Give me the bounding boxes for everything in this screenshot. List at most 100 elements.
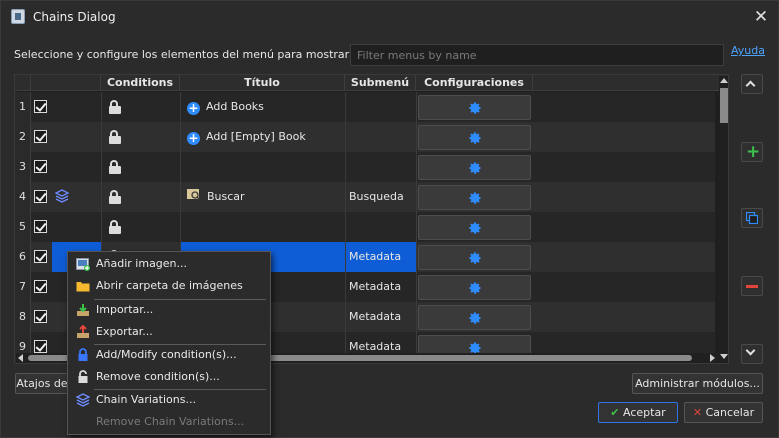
context-menu: Añadir imagen... Abrir carpeta de imágen…: [67, 251, 271, 435]
row-submenu: Metadata: [349, 250, 402, 263]
scroll-right-icon[interactable]: [710, 354, 715, 362]
menu-item-remove-chain-variations[interactable]: Remove Chain Variations...: [68, 411, 270, 433]
cell-divider: [416, 212, 417, 242]
scroll-left-icon[interactable]: [18, 354, 23, 362]
menu-item-export[interactable]: Exportar...: [68, 321, 270, 343]
cell-divider: [416, 92, 417, 122]
header-settings[interactable]: Configuraciones: [416, 75, 533, 91]
copy-button[interactable]: [741, 208, 763, 228]
settings-button[interactable]: [418, 155, 531, 180]
cell-divider: [101, 92, 102, 122]
scroll-up-icon[interactable]: [720, 78, 728, 83]
plus-circle-icon: +: [187, 101, 200, 115]
add-button[interactable]: +: [741, 142, 763, 162]
row-title: + Add [Empty] Book: [187, 130, 306, 145]
vertical-scrollbar[interactable]: [719, 76, 728, 363]
settings-button[interactable]: [418, 275, 531, 300]
menu-item-add-image[interactable]: Añadir imagen...: [68, 253, 270, 275]
row-submenu: Busqueda: [349, 190, 404, 203]
row-checkbox[interactable]: [34, 340, 47, 353]
add-image-icon: [76, 258, 90, 271]
manage-modules-button[interactable]: Administrar módulos...: [632, 373, 763, 394]
menu-label: Exportar...: [96, 325, 153, 338]
prompt-label: Seleccione y configure los elementos del…: [14, 48, 353, 61]
settings-button[interactable]: [418, 125, 531, 150]
cell-divider: [101, 212, 102, 242]
row-checkbox[interactable]: [34, 250, 47, 263]
accept-label: Aceptar: [623, 406, 666, 419]
row-submenu: Metadata: [349, 280, 402, 293]
lock-closed-icon: [78, 348, 88, 361]
row-number: 7: [15, 272, 31, 302]
copy-icon: [746, 212, 758, 224]
row-checkbox[interactable]: [34, 220, 47, 233]
lock-open-icon[interactable]: [109, 190, 121, 204]
menu-item-open-folder[interactable]: Abrir carpeta de imágenes: [68, 275, 270, 297]
row-number: 8: [15, 302, 31, 332]
gear-icon: [468, 161, 482, 175]
cell-divider: [345, 122, 346, 152]
menu-item-add-condition[interactable]: Add/Modify condition(s)...: [68, 344, 270, 366]
table-row[interactable]: 5: [15, 212, 715, 242]
remove-button[interactable]: [741, 276, 763, 296]
row-checkbox[interactable]: [34, 100, 47, 113]
row-number: 4: [15, 182, 31, 212]
header-submenu[interactable]: Submenú: [345, 75, 416, 91]
cell-divider: [101, 152, 102, 182]
shortcuts-button[interactable]: Atajos de: [15, 373, 69, 394]
cell-divider: [180, 122, 181, 152]
table-row[interactable]: 3: [15, 152, 715, 182]
scroll-down-icon[interactable]: [720, 354, 728, 359]
menu-item-remove-condition[interactable]: Remove condition(s)...: [68, 366, 270, 388]
header-conditions[interactable]: Conditions: [101, 75, 180, 91]
table-row[interactable]: 2 + Add [Empty] Book: [15, 122, 715, 152]
close-icon[interactable]: ✕: [749, 5, 773, 29]
settings-button[interactable]: [418, 245, 531, 270]
minus-icon: [746, 285, 758, 288]
cell-divider: [416, 122, 417, 152]
header-title[interactable]: Título: [180, 75, 345, 91]
menu-label: Remove condition(s)...: [96, 370, 220, 383]
cancel-button[interactable]: ✕ Cancelar: [684, 402, 763, 423]
cancel-label: Cancelar: [705, 406, 755, 419]
table-header: Conditions Título Submenú Configuracione…: [15, 75, 728, 91]
row-checkbox[interactable]: [34, 280, 47, 293]
lock-open-icon[interactable]: [109, 160, 121, 174]
table-row[interactable]: 4 Buscar Busqueda: [15, 182, 715, 212]
row-checkbox[interactable]: [34, 130, 47, 143]
menu-item-chain-variations[interactable]: Chain Variations...: [68, 389, 270, 411]
chains-dialog: Chains Dialog ✕ Seleccione y configure l…: [0, 0, 779, 438]
gear-icon: [468, 281, 482, 295]
gear-icon: [468, 251, 482, 265]
layers-icon: [54, 189, 70, 203]
lock-open-icon[interactable]: [109, 130, 121, 144]
table-row[interactable]: 1 + Add Books: [15, 92, 715, 122]
scroll-thumb[interactable]: [720, 88, 728, 123]
row-checkbox[interactable]: [34, 190, 47, 203]
move-up-button[interactable]: [741, 74, 763, 94]
gear-icon: [468, 311, 482, 325]
gear-icon: [468, 101, 482, 115]
move-down-button[interactable]: [741, 344, 763, 364]
accept-button[interactable]: ✔ Aceptar: [598, 402, 678, 423]
gear-icon: [468, 221, 482, 235]
row-checkbox[interactable]: [34, 310, 47, 323]
settings-button[interactable]: [418, 215, 531, 240]
settings-button[interactable]: [418, 185, 531, 210]
folder-icon: [76, 282, 90, 292]
settings-button[interactable]: [418, 95, 531, 120]
filter-input[interactable]: [350, 44, 724, 66]
layers-icon: [76, 393, 90, 407]
lock-open-icon[interactable]: [109, 220, 121, 234]
settings-button[interactable]: [418, 305, 531, 330]
cell-divider: [345, 182, 346, 212]
menu-label: Remove Chain Variations...: [96, 415, 245, 428]
cell-divider: [345, 272, 346, 302]
header-check: [31, 75, 101, 91]
help-link[interactable]: Ayuda: [731, 44, 765, 57]
row-checkbox[interactable]: [34, 160, 47, 173]
lock-open-icon[interactable]: [109, 100, 121, 114]
menu-item-import[interactable]: Importar...: [68, 299, 270, 321]
cell-divider: [416, 152, 417, 182]
row-number: 2: [15, 122, 31, 152]
